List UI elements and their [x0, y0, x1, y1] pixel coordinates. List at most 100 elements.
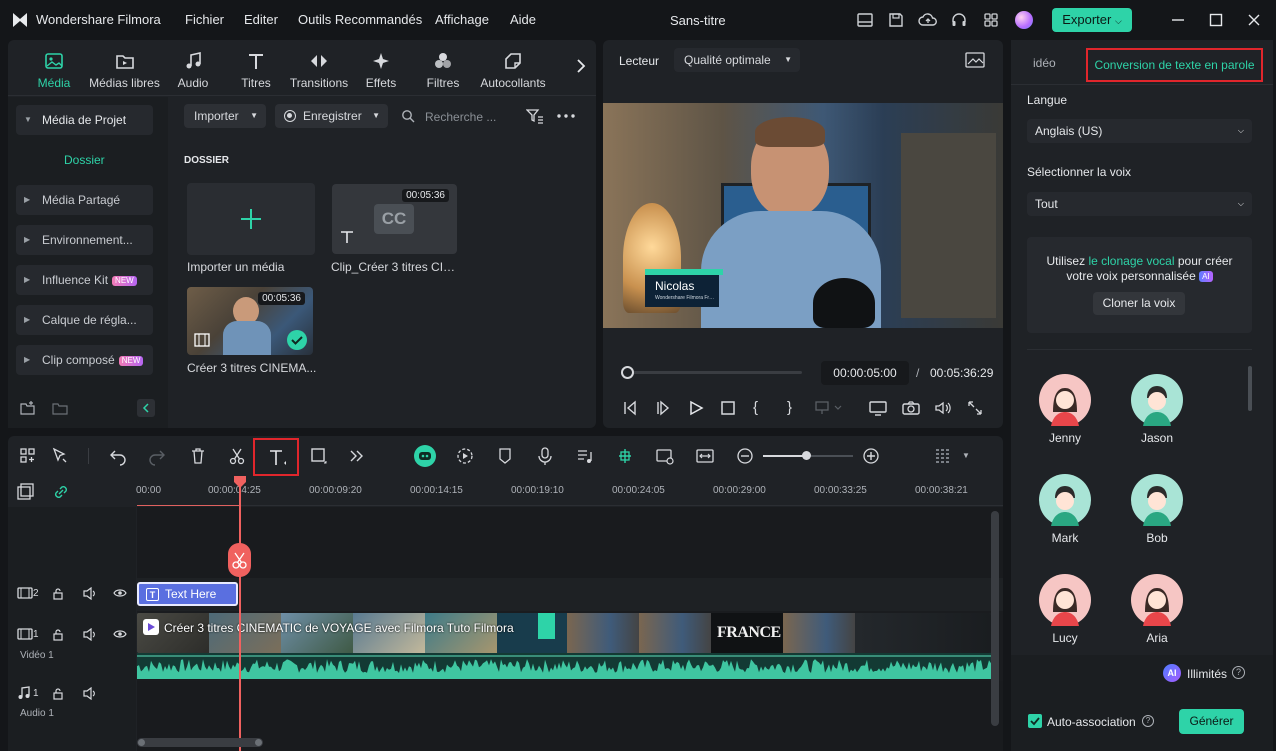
- lock-icon[interactable]: [52, 628, 64, 641]
- scrub-handle[interactable]: [620, 366, 634, 379]
- preview-render-icon[interactable]: [655, 446, 675, 466]
- zoom-in-icon[interactable]: [861, 446, 881, 466]
- voice-select[interactable]: Tout ⌵: [1027, 192, 1252, 216]
- toolbar-next-icon[interactable]: [576, 58, 586, 74]
- snapshot-image-icon[interactable]: [965, 52, 985, 68]
- insert-icon[interactable]: [815, 401, 845, 415]
- voice-avatar-jenny[interactable]: [1039, 374, 1091, 426]
- select-arrow-icon[interactable]: [50, 446, 70, 466]
- generate-button[interactable]: Générer: [1179, 709, 1244, 734]
- player-tab[interactable]: Lecteur: [619, 54, 659, 68]
- voice-avatar-mark[interactable]: [1039, 474, 1091, 526]
- auto-play-icon[interactable]: [455, 446, 475, 466]
- zoom-slider[interactable]: [763, 451, 853, 460]
- preview-video[interactable]: Nicolas Wondershare Filmora France: [603, 103, 1003, 328]
- tool-media[interactable]: Média: [34, 50, 74, 90]
- voice-avatar-bob[interactable]: [1131, 474, 1183, 526]
- voice-list-scrollbar[interactable]: [1248, 366, 1252, 411]
- speaker-icon[interactable]: [83, 687, 97, 700]
- menu-affichage[interactable]: Affichage: [435, 12, 489, 27]
- tab-video[interactable]: idéo: [1033, 56, 1056, 70]
- play-icon[interactable]: [688, 400, 704, 416]
- audio-list-icon[interactable]: [575, 446, 595, 466]
- next-frame-icon[interactable]: [655, 400, 671, 416]
- save-icon[interactable]: [887, 11, 905, 29]
- tool-titles[interactable]: Titres: [236, 50, 276, 90]
- sidebar-project-media[interactable]: ▼ Média de Projet: [16, 105, 153, 135]
- ai-copilot-icon[interactable]: [414, 445, 436, 467]
- headset-icon[interactable]: [950, 11, 968, 29]
- tool-stock-media[interactable]: Médias libres: [88, 50, 161, 90]
- export-button[interactable]: Exporter ⌵: [1052, 8, 1132, 32]
- voice-avatar-jason[interactable]: [1131, 374, 1183, 426]
- timeline-horizontal-scrollbar[interactable]: [137, 738, 263, 747]
- media-item-video[interactable]: 00:05:36: [187, 287, 313, 355]
- mark-out-icon[interactable]: }: [787, 399, 792, 416]
- search-input[interactable]: Recherche ...: [425, 110, 499, 124]
- menu-editer[interactable]: Editer: [244, 12, 278, 27]
- filter-icon[interactable]: [526, 108, 544, 124]
- fullscreen-icon[interactable]: [967, 400, 983, 416]
- grid-view-icon[interactable]: [933, 446, 953, 466]
- layout-icon[interactable]: [856, 11, 874, 29]
- camera-icon[interactable]: [902, 400, 920, 416]
- clone-voice-button[interactable]: Cloner la voix: [1093, 292, 1185, 315]
- apps-grid-icon[interactable]: [982, 11, 1000, 29]
- undo-icon[interactable]: [108, 446, 128, 466]
- folder-icon[interactable]: [52, 400, 68, 416]
- tool-transitions[interactable]: Transitions: [289, 50, 349, 90]
- current-time-field[interactable]: 00:00:05:00: [821, 361, 909, 385]
- new-folder-icon[interactable]: [20, 400, 36, 416]
- voice-avatar-lucy[interactable]: [1039, 574, 1091, 626]
- cloud-upload-icon[interactable]: [918, 11, 938, 29]
- layout-grid-icon[interactable]: [18, 446, 38, 466]
- collapse-sidebar-icon[interactable]: [137, 399, 155, 417]
- scissors-icon[interactable]: [227, 446, 247, 466]
- snap-magnet-icon[interactable]: [615, 446, 635, 466]
- more-tools-icon[interactable]: [347, 446, 367, 466]
- grid-view-dropdown-icon[interactable]: ▼: [962, 451, 970, 460]
- tool-audio[interactable]: Audio: [173, 50, 213, 90]
- menu-aide[interactable]: Aide: [510, 12, 536, 27]
- profile-avatar[interactable]: [1015, 11, 1033, 29]
- quality-select[interactable]: Qualité optimale ▼: [674, 48, 800, 72]
- menu-outils[interactable]: Outils Recommandés: [298, 12, 422, 27]
- menu-fichier[interactable]: Fichier: [185, 12, 224, 27]
- maximize-icon[interactable]: [1208, 12, 1224, 28]
- prev-frame-icon[interactable]: [622, 400, 638, 416]
- mark-in-icon[interactable]: {: [753, 399, 758, 416]
- voice-avatar-aria[interactable]: [1131, 574, 1183, 626]
- eye-icon[interactable]: [113, 628, 127, 640]
- video-clip[interactable]: FRANCE Créer 3 titres CINEMATIC de VOYAG…: [137, 613, 991, 653]
- tab-text-to-speech[interactable]: Conversion de texte en parole: [1086, 48, 1263, 82]
- marker-icon[interactable]: [495, 446, 515, 466]
- time-ruler[interactable]: [137, 476, 1003, 506]
- timeline-vertical-scrollbar[interactable]: [991, 511, 999, 726]
- display-icon[interactable]: [869, 400, 887, 416]
- text-clip[interactable]: T Text Here: [137, 582, 238, 606]
- zoom-slider-handle[interactable]: [802, 451, 811, 460]
- speaker-icon[interactable]: [83, 587, 97, 600]
- stop-icon[interactable]: [720, 400, 736, 416]
- volume-icon[interactable]: [934, 400, 952, 416]
- import-button[interactable]: Importer ▼: [184, 104, 266, 128]
- delete-icon[interactable]: [188, 446, 208, 466]
- lock-icon[interactable]: [52, 687, 64, 700]
- record-button[interactable]: Enregistrer ▼: [275, 104, 388, 128]
- sidebar-folder[interactable]: Dossier: [64, 153, 105, 167]
- eye-icon[interactable]: [113, 587, 127, 599]
- lock-icon[interactable]: [52, 587, 64, 600]
- tool-filters[interactable]: Filtres: [424, 50, 462, 90]
- media-item-caption-clip[interactable]: CC 00:05:36: [332, 184, 457, 254]
- sidebar-adjustment-layer[interactable]: ▶ Calque de régla...: [16, 305, 153, 335]
- language-select[interactable]: Anglais (US) ⌵: [1027, 119, 1252, 143]
- redo-icon[interactable]: [147, 446, 167, 466]
- help-icon[interactable]: ?: [1142, 715, 1154, 727]
- sidebar-influence-kit[interactable]: ▶ Influence Kit NEW: [16, 265, 153, 295]
- tool-stickers[interactable]: Autocollants: [478, 50, 548, 90]
- sidebar-environment[interactable]: ▶ Environnement...: [16, 225, 153, 255]
- sidebar-compound-clip[interactable]: ▶ Clip composé NEW: [16, 345, 153, 375]
- sidebar-shared-media[interactable]: ▶ Média Partagé: [16, 185, 153, 215]
- split-scissors-button[interactable]: [228, 543, 251, 577]
- voice-clone-link[interactable]: le clonage vocal: [1088, 254, 1174, 268]
